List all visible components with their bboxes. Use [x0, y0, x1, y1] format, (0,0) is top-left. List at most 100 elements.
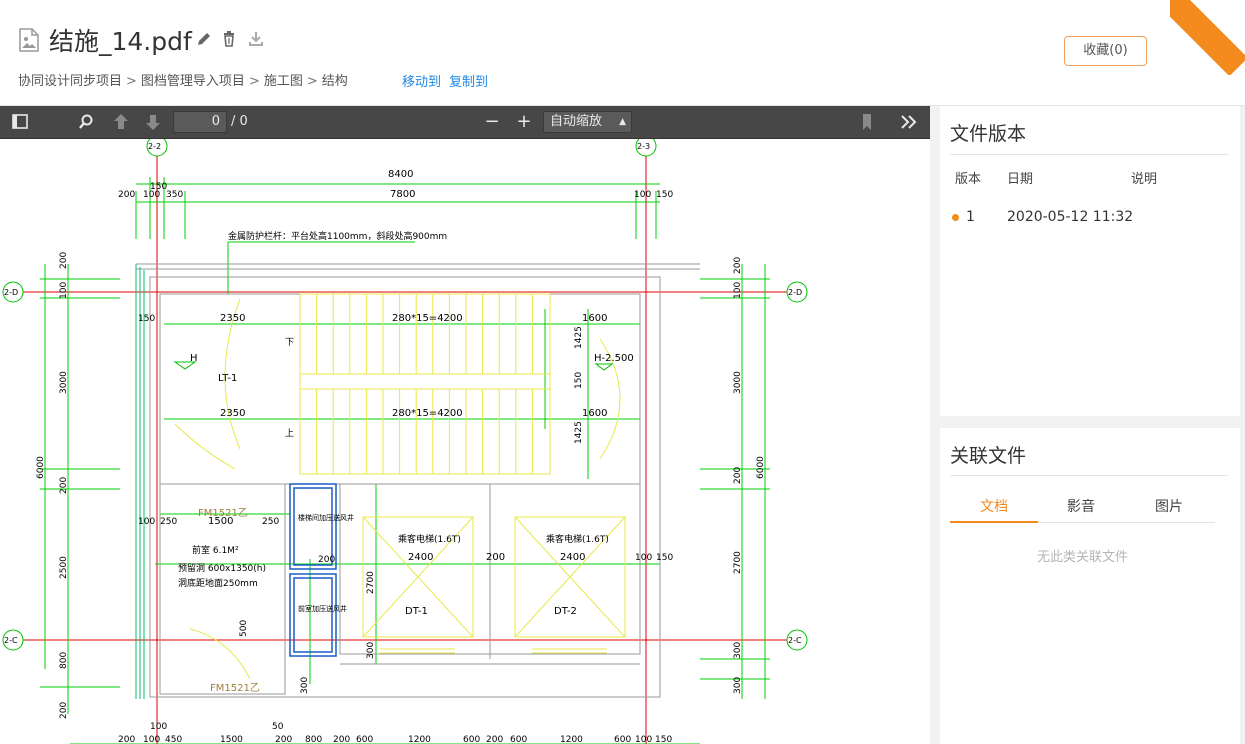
axis-label-left-top: 2-D [4, 288, 18, 297]
related-files-panel: 关联文件 文档 影音 图片 无此类关联文件 [940, 428, 1240, 744]
elevator-label-b: 乘客电梯(1.6T) [546, 533, 609, 545]
zoom-in-button[interactable]: + [512, 111, 536, 133]
stair-label: LT-1 [218, 373, 237, 384]
dim-bottom-6: 200 [333, 735, 350, 744]
collect-button[interactable]: 收藏(0) [1064, 36, 1147, 66]
dim-e2400b: 2400 [560, 552, 585, 563]
dim-right-2700: 2700 [733, 551, 743, 574]
dim-500: 500 [239, 620, 249, 637]
breadcrumb-item-drawings[interactable]: 施工图 [264, 74, 303, 89]
elevation-marker-h2: H-2.500 [594, 353, 634, 364]
hole-label: 预留洞 600x1350(h) [178, 562, 266, 574]
page-number-input[interactable]: 0 [173, 111, 227, 133]
breadcrumb-separator: > [306, 74, 318, 89]
zoom-select[interactable]: 自动缩放 ▲ [543, 111, 632, 133]
prev-page-icon[interactable] [109, 111, 133, 133]
dim-bottom-10: 200 [486, 735, 503, 744]
breadcrumb-item-structure[interactable]: 结构 [322, 74, 348, 89]
empty-state-text: 无此类关联文件 [1036, 550, 1128, 565]
breadcrumb-separator: > [248, 74, 260, 89]
dim-top-total: 8400 [388, 169, 413, 180]
zoom-out-button[interactable]: − [480, 111, 504, 133]
stair-down-mark: 下 [285, 338, 294, 348]
axis-bubbles: 2-2 2-3 2-D 2-C 2-D 2-C [2, 135, 808, 651]
dim-v150: 150 [574, 372, 584, 389]
copy-to-link[interactable]: 复制到 [449, 71, 488, 90]
related-title: 关联文件 [950, 445, 1027, 467]
file-image-icon [19, 28, 39, 52]
dim-right-3000: 3000 [733, 371, 743, 394]
trash-icon[interactable] [220, 30, 238, 48]
dim-left-6000: 6000 [36, 456, 46, 479]
column-date: 日期 [1007, 172, 1034, 187]
dim-bottom-8: 1200 [408, 735, 431, 744]
dim-100b: 100 [634, 190, 651, 200]
download-icon[interactable] [247, 30, 265, 48]
dim-e200: 200 [486, 552, 505, 563]
axis-label-right-bottom: 2-C [788, 636, 802, 645]
version-date: 2020-05-12 11:32 [1007, 209, 1134, 225]
sidebar-toggle-icon[interactable] [8, 111, 32, 133]
dim-right-200a: 200 [733, 257, 743, 274]
next-page-icon[interactable] [141, 111, 165, 133]
tab-images[interactable]: 图片 [1155, 496, 1183, 516]
version-number[interactable]: 1 [966, 209, 975, 225]
dim-bottom-50: 50 [272, 722, 284, 732]
dim-row1-mid: 280*15=4200 [392, 313, 463, 324]
current-version-dot-icon [952, 214, 959, 221]
dim-250a: 250 [160, 517, 177, 527]
dim-2700: 2700 [366, 571, 376, 594]
file-versions-panel: 文件版本 版本 日期 说明 1 2020-05-12 11:32 [940, 106, 1240, 416]
dim-right-300a: 300 [733, 642, 743, 659]
dim-bottom-3: 1500 [220, 735, 243, 744]
dim-top-inner: 7800 [390, 189, 415, 200]
active-tab-underline [950, 521, 1038, 523]
dim-bottom-15: 150 [655, 735, 672, 744]
railing-note: 金属防护栏杆：平台处高1100mm，斜段处高900mm [228, 230, 447, 242]
dim-row2-left: 2350 [220, 408, 245, 419]
dim-200: 200 [118, 190, 135, 200]
breadcrumb-item-import[interactable]: 图档管理导入项目 [141, 74, 245, 89]
dim-e2400a: 2400 [408, 552, 433, 563]
axis-label-top-right: 2-3 [637, 142, 650, 151]
wall-lines-green [135, 264, 145, 699]
dim-row1-right: 1600 [582, 313, 607, 324]
dim-bottom-1: 100 [143, 735, 160, 744]
dim-left-200a: 200 [59, 252, 69, 269]
column-note: 说明 [1131, 172, 1158, 187]
dim-left-200b: 200 [59, 477, 69, 494]
dim-bottom-13: 600 [614, 735, 631, 744]
dim-e100: 100 [635, 553, 652, 563]
move-to-link[interactable]: 移动到 [402, 71, 441, 90]
dim-100: 100 [138, 517, 155, 527]
dim-right-200b: 200 [733, 467, 743, 484]
tab-media[interactable]: 影音 [1067, 496, 1095, 516]
dim-v1425b: 1425 [574, 421, 584, 444]
bookmark-icon[interactable] [855, 111, 879, 133]
edit-pencil-icon[interactable] [195, 30, 213, 48]
breadcrumb-separator: > [126, 74, 137, 89]
dim-bottom-7: 600 [356, 735, 373, 744]
dim-bottom-9: 600 [463, 735, 480, 744]
zoom-select-value: 自动缩放 [550, 114, 603, 129]
dim-bottom-100: 100 [150, 722, 167, 732]
dim-250b: 250 [262, 517, 279, 527]
more-tools-icon[interactable] [897, 111, 921, 133]
axis-label-left-bottom: 2-C [4, 636, 18, 645]
column-version: 版本 [955, 172, 982, 187]
breadcrumb-item-project[interactable]: 协同设计同步项目 [18, 74, 122, 89]
dim-right-100: 100 [733, 282, 743, 299]
dim-right-6000: 6000 [756, 456, 766, 479]
elevator-dt1: DT-1 [405, 606, 428, 617]
dim-100a: 100 [143, 190, 160, 200]
dim-row2-mid: 280*15=4200 [392, 408, 463, 419]
anteroom-label: 前室 6.1M² [192, 544, 239, 556]
search-icon[interactable] [74, 111, 98, 133]
tab-documents[interactable]: 文档 [980, 496, 1008, 516]
axis-label-right-top: 2-D [788, 288, 802, 297]
stair-up-mark: 上 [285, 428, 294, 439]
dim-300b: 300 [300, 677, 310, 694]
cad-drawing-canvas: 2-2 2-3 2-D 2-C 2-D 2-C 8400 7800 150 20… [2, 135, 808, 744]
axis-label-top-left: 2-2 [148, 142, 161, 151]
dim-right-300b: 300 [733, 677, 743, 694]
